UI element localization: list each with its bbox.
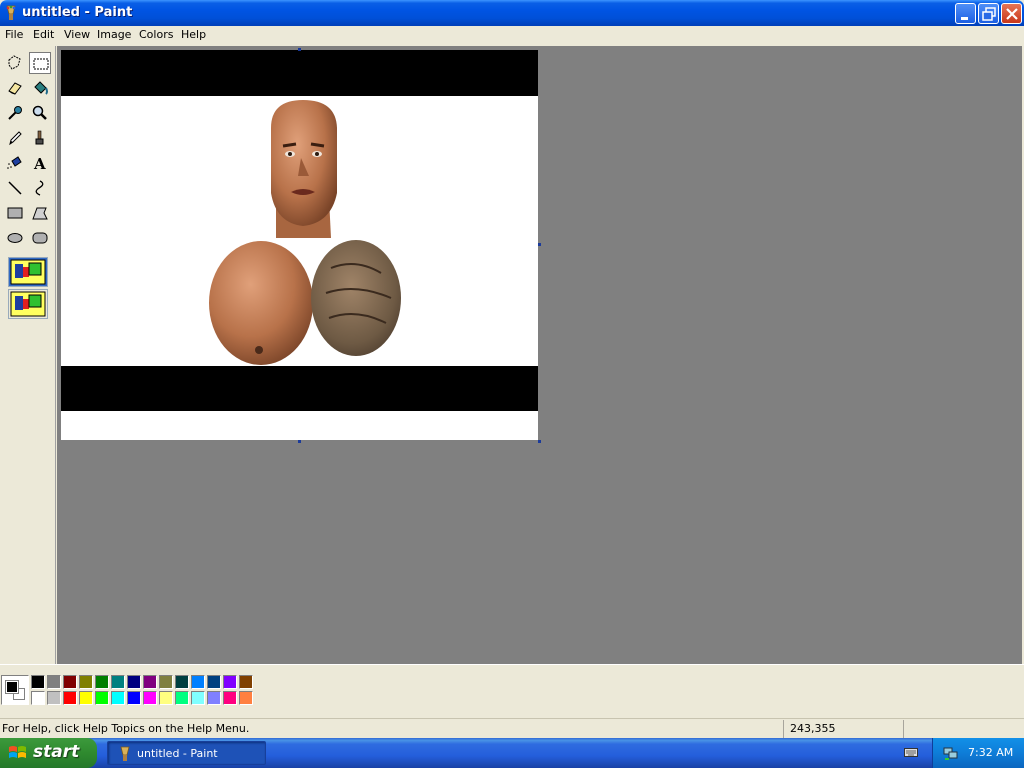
close-button[interactable] (1001, 3, 1022, 24)
pencil-icon[interactable] (4, 127, 26, 149)
paint-app-icon (120, 746, 130, 761)
palette-swatch[interactable] (143, 675, 157, 689)
palette-swatch[interactable] (31, 675, 45, 689)
workspace[interactable] (57, 46, 1022, 664)
clock[interactable]: 7:32 AM (968, 746, 1013, 759)
eraser-icon[interactable] (4, 77, 26, 99)
taskbar-item-paint[interactable]: untitled - Paint (107, 741, 266, 765)
palette-swatch[interactable] (223, 675, 237, 689)
menu-image[interactable]: Image (97, 28, 131, 41)
palette-swatch[interactable] (47, 691, 61, 705)
start-label: start (33, 742, 80, 762)
close-icon (1006, 8, 1018, 20)
palette-swatch[interactable] (175, 675, 189, 689)
menu-view[interactable]: View (64, 28, 90, 41)
svg-text:A: A (33, 155, 46, 172)
color-box (0, 664, 1024, 714)
palette-swatch[interactable] (239, 675, 253, 689)
rounded-rect-icon[interactable] (29, 227, 51, 249)
menu-edit[interactable]: Edit (33, 28, 54, 41)
menu-file[interactable]: File (5, 28, 23, 41)
palette-swatch[interactable] (223, 691, 237, 705)
palette-swatch[interactable] (191, 691, 205, 705)
current-colors[interactable] (1, 675, 29, 705)
palette-swatch[interactable] (239, 691, 253, 705)
menu-colors[interactable]: Colors (139, 28, 173, 41)
status-size-panel (903, 720, 1024, 738)
resize-handle-bottom[interactable] (298, 440, 301, 443)
pasted-image (209, 100, 401, 365)
palette-swatch[interactable] (95, 691, 109, 705)
fill-bucket-icon[interactable] (29, 77, 51, 99)
status-help-text: For Help, click Help Topics on the Help … (2, 722, 250, 735)
rect-select-icon[interactable] (29, 52, 51, 74)
taskbar-item-label: untitled - Paint (137, 747, 218, 760)
rectangle-icon[interactable] (4, 202, 26, 224)
window-title: untitled - Paint (22, 5, 133, 20)
resize-handle-corner[interactable] (538, 440, 541, 443)
line-icon[interactable] (4, 177, 26, 199)
color-picker-icon[interactable] (4, 102, 26, 124)
drawing-canvas[interactable] (61, 50, 538, 440)
top-black-bar (61, 50, 538, 96)
polygon-icon[interactable] (29, 202, 51, 224)
restore-icon (982, 7, 996, 21)
resize-handle-right[interactable] (538, 243, 541, 246)
windows-logo-icon (9, 746, 26, 758)
taskbar: start untitled - Paint 7:32 AM (0, 738, 1024, 768)
restore-button[interactable] (978, 3, 999, 24)
menu-bar: File Edit View Image Colors Help (0, 26, 1024, 45)
menu-help[interactable]: Help (181, 28, 206, 41)
curve-icon[interactable] (29, 177, 51, 199)
palette-swatch[interactable] (63, 675, 77, 689)
free-form-select-icon[interactable] (4, 52, 26, 74)
start-button[interactable]: start (0, 738, 97, 768)
palette-swatch[interactable] (207, 691, 221, 705)
ellipse-icon[interactable] (4, 227, 26, 249)
brush-icon[interactable] (29, 127, 51, 149)
palette-swatch[interactable] (175, 691, 189, 705)
title-bar[interactable]: untitled - Paint (0, 0, 1024, 26)
foreground-color (5, 680, 19, 694)
system-tray: 7:32 AM (932, 738, 1024, 768)
minimize-button[interactable] (955, 3, 976, 24)
text-icon[interactable]: A (29, 152, 51, 174)
palette-swatch[interactable] (95, 675, 109, 689)
palette-swatch[interactable] (207, 675, 221, 689)
palette-swatch[interactable] (159, 675, 173, 689)
palette-swatch[interactable] (111, 675, 125, 689)
palette-swatch[interactable] (191, 675, 205, 689)
palette-swatch[interactable] (79, 691, 93, 705)
network-icon[interactable] (943, 745, 959, 761)
palette-swatch[interactable] (127, 675, 141, 689)
palette-swatch[interactable] (111, 691, 125, 705)
toolbox: A (0, 46, 56, 664)
bottom-black-bar (61, 366, 538, 411)
palette-swatch[interactable] (31, 691, 45, 705)
palette-swatch[interactable] (127, 691, 141, 705)
airbrush-icon[interactable] (4, 152, 26, 174)
transparent-option-icon[interactable] (8, 289, 48, 319)
palette-swatch[interactable] (159, 691, 173, 705)
minimize-icon (961, 17, 968, 20)
keyboard-icon[interactable] (904, 746, 918, 758)
paint-app-icon (6, 5, 16, 20)
palette-swatch[interactable] (63, 691, 77, 705)
status-coords-panel: 243,355 (783, 720, 903, 738)
opaque-option-icon[interactable] (8, 257, 48, 287)
palette-swatch[interactable] (47, 675, 61, 689)
magnifier-icon[interactable] (29, 102, 51, 124)
palette-swatch[interactable] (143, 691, 157, 705)
resize-handle-top[interactable] (298, 48, 301, 51)
palette-swatch[interactable] (79, 675, 93, 689)
status-bar: For Help, click Help Topics on the Help … (0, 718, 1024, 738)
status-coords: 243,355 (790, 722, 836, 735)
